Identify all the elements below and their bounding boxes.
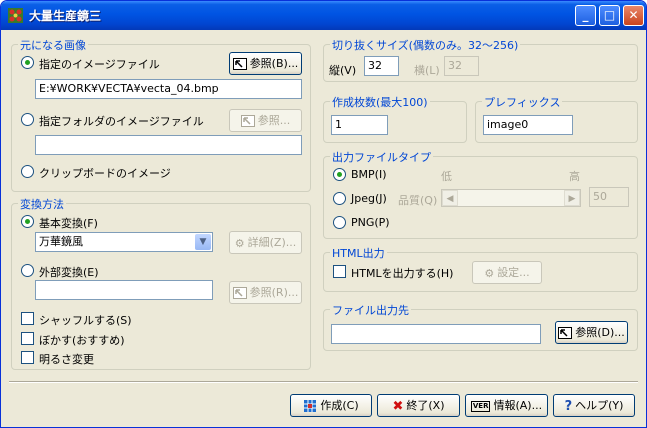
source-folder-browse-label: 参照... [257, 114, 291, 127]
html-settings-label: 設定... [497, 266, 530, 279]
create-button[interactable]: 作成(C) [290, 394, 372, 417]
close-x-icon: ✖ [392, 398, 404, 414]
output-browse-button[interactable]: 参照(D)... [555, 321, 628, 344]
source-file-radio[interactable] [21, 56, 34, 69]
basic-convert-label: 基本変換(F) [39, 217, 98, 230]
basic-convert-radio[interactable] [21, 215, 34, 228]
png-label: PNG(P) [351, 216, 390, 229]
source-image-group: 元になる画像 指定のイメージファイル 参照(B)... E:¥WORK¥VECT… [11, 37, 311, 192]
source-file-path-input[interactable]: E:¥WORK¥VECTA¥vecta_04.bmp [35, 79, 302, 99]
browse-arrow-icon [232, 287, 247, 299]
conversion-method-group: 変換方法 基本変換(F) 万華鏡風 ▼ ⚙ 詳細(Z)... 外部変換(E) 参照… [11, 196, 311, 370]
jpeg-label: Jpeg(J) [351, 192, 387, 205]
output-destination-group-title: ファイル出力先 [330, 302, 411, 318]
grid-icon [304, 400, 317, 412]
external-convert-path-input[interactable] [35, 280, 213, 300]
prefix-input[interactable]: image0 [483, 115, 573, 135]
kaleidoscope-app-icon [8, 8, 23, 23]
quality-slider[interactable]: ◀ ▶ [441, 189, 581, 207]
window-title: 大量生産鏡三 [29, 9, 102, 23]
output-filetype-group-title: 出力ファイルタイプ [330, 149, 433, 165]
quality-high-label: 高 [569, 170, 580, 183]
info-button-label: 情報(A)... [493, 399, 543, 412]
prefix-group-title: プレフィックス [482, 94, 563, 110]
exit-button[interactable]: ✖ 終了(X) [377, 394, 460, 417]
source-group-title: 元になる画像 [18, 37, 88, 53]
html-output-group: HTML出力 HTMLを出力する(H) ⚙ 設定... [323, 245, 638, 292]
creation-count-input[interactable]: 1 [331, 115, 388, 135]
shuffle-checkbox[interactable] [21, 312, 34, 325]
external-browse-button[interactable]: 参照(R)... [229, 281, 302, 304]
external-browse-label: 参照(R)... [249, 286, 299, 299]
help-button-label: ヘルプ(Y) [575, 399, 624, 412]
source-file-browse-label: 参照(B)... [249, 57, 299, 70]
width-label: 横(L) [414, 64, 440, 77]
source-folder-label: 指定フォルダのイメージファイル [39, 115, 204, 128]
conversion-group-title: 変換方法 [18, 196, 66, 212]
basic-convert-select[interactable]: 万華鏡風 ▼ [35, 232, 213, 252]
source-file-browse-button[interactable]: 参照(B)... [229, 52, 302, 75]
blur-checkbox[interactable] [21, 332, 34, 345]
minimize-button[interactable]: _ [575, 5, 596, 26]
quality-label: 品質(Q) [398, 194, 438, 207]
external-convert-label: 外部変換(E) [39, 266, 99, 279]
slider-left-arrow-icon[interactable]: ◀ [442, 190, 458, 206]
footer-separator [9, 381, 638, 383]
browse-arrow-icon [240, 115, 255, 127]
help-icon: ? [564, 398, 573, 414]
browse-arrow-icon [558, 327, 573, 339]
source-folder-browse-button[interactable]: 参照... [229, 109, 302, 132]
brightness-checkbox[interactable] [21, 351, 34, 364]
main-window: 大量生産鏡三 _ □ ✕ 元になる画像 指定のイメージファイル 参照(B)...… [0, 0, 647, 428]
html-settings-button[interactable]: ⚙ 設定... [472, 261, 542, 284]
shuffle-label: シャッフルする(S) [39, 314, 132, 327]
quality-low-label: 低 [441, 170, 452, 183]
bmp-radio[interactable] [333, 168, 346, 181]
jpeg-radio[interactable] [333, 192, 346, 205]
png-radio[interactable] [333, 216, 346, 229]
prefix-group: プレフィックス image0 [475, 94, 638, 143]
brightness-label: 明るさ変更 [39, 353, 94, 366]
source-folder-radio[interactable] [21, 113, 34, 126]
browse-arrow-icon [232, 58, 247, 70]
html-output-group-title: HTML出力 [330, 245, 387, 261]
gear-icon: ⚙ [484, 266, 495, 280]
maximize-button[interactable]: □ [599, 5, 620, 26]
slider-right-arrow-icon[interactable]: ▶ [564, 190, 580, 206]
output-destination-group: ファイル出力先 参照(D)... [323, 302, 638, 351]
blur-label: ぼかす(おすすめ) [39, 334, 125, 347]
html-output-label: HTMLを出力する(H) [351, 267, 454, 280]
output-browse-label: 参照(D)... [575, 326, 625, 339]
basic-convert-select-value: 万華鏡風 [39, 235, 83, 248]
quality-value-input[interactable]: 50 [589, 187, 629, 207]
bmp-label: BMP(I) [351, 168, 387, 181]
height-label: 縦(V) [329, 64, 357, 77]
crop-size-group-title: 切り抜くサイズ(偶数のみ。32〜256) [330, 37, 521, 53]
detail-button[interactable]: ⚙ 詳細(Z)... [229, 231, 302, 254]
creation-count-group: 作成枚数(最大100) 1 [323, 94, 467, 143]
info-button[interactable]: VER 情報(A)... [465, 394, 548, 417]
title-bar[interactable]: 大量生産鏡三 _ □ ✕ [1, 1, 646, 30]
help-button[interactable]: ? ヘルプ(Y) [553, 394, 635, 417]
crop-size-group: 切り抜くサイズ(偶数のみ。32〜256) 縦(V) 32 横(L) 32 [323, 37, 638, 82]
html-output-checkbox[interactable] [333, 265, 346, 278]
detail-button-label: 詳細(Z)... [247, 236, 297, 249]
gear-icon: ⚙ [234, 236, 245, 250]
creation-count-group-title: 作成枚数(最大100) [330, 94, 430, 110]
source-clipboard-label: クリップボードのイメージ [39, 167, 171, 180]
source-folder-path-input[interactable] [35, 135, 302, 155]
create-button-label: 作成(C) [320, 399, 359, 412]
chevron-down-icon[interactable]: ▼ [195, 234, 211, 250]
output-path-input[interactable] [331, 324, 541, 344]
height-input[interactable]: 32 [364, 56, 399, 76]
source-clipboard-radio[interactable] [21, 165, 34, 178]
close-button[interactable]: ✕ [623, 5, 644, 26]
version-icon: VER [470, 400, 491, 412]
width-input[interactable]: 32 [444, 56, 479, 76]
exit-button-label: 終了(X) [406, 399, 445, 412]
source-file-label: 指定のイメージファイル [39, 58, 160, 71]
external-convert-radio[interactable] [21, 264, 34, 277]
output-filetype-group: 出力ファイルタイプ BMP(I) 低 高 Jpeg(J) 品質(Q) ◀ ▶ 5… [323, 149, 638, 239]
